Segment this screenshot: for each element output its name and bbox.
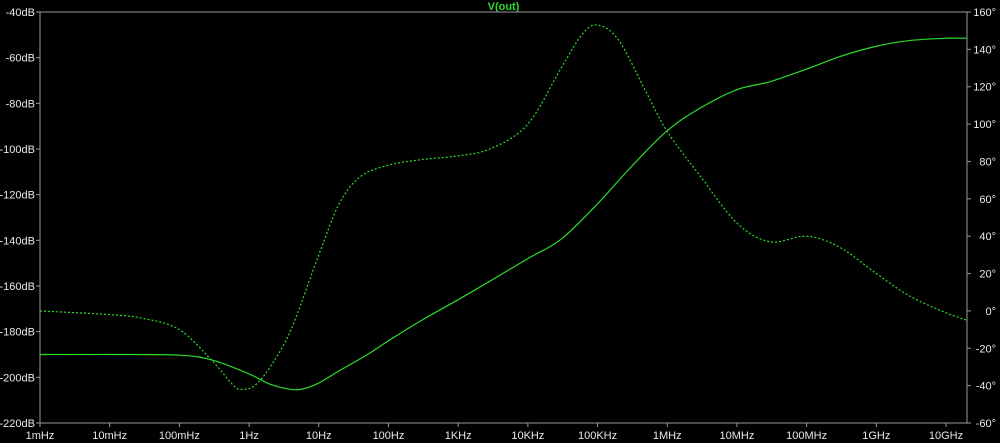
x-tick-label: 1KHz [445, 430, 472, 442]
x-tick-label: 100KHz [578, 430, 617, 442]
y-left-tick-label: -200dB [0, 372, 35, 384]
y-right-tick-label: -20° [976, 343, 996, 355]
y-right-tick-label: 160° [973, 7, 996, 19]
y-right-tick-label: 20° [979, 269, 996, 281]
x-tick-label: 10GHz [929, 430, 963, 442]
y-left-tick-label: -120dB [0, 190, 35, 202]
y-right-tick-label: -60° [976, 418, 996, 430]
x-tick-label: 100Hz [373, 430, 405, 442]
x-tick-label: 100mHz [159, 430, 200, 442]
y-left-tick-label: -180dB [0, 327, 35, 339]
x-tick-label: 1Hz [239, 430, 259, 442]
y-left-tick-label: -160dB [0, 281, 35, 293]
x-tick-label: 10MHz [720, 430, 755, 442]
y-right-tick-label: 100° [973, 119, 996, 131]
plot-background [0, 0, 1000, 443]
y-left-tick-label: -60dB [6, 53, 35, 65]
y-left-tick-label: -40dB [6, 7, 35, 19]
x-tick-label: 1GHz [862, 430, 890, 442]
y-left-tick-label: -80dB [6, 98, 35, 110]
y-left-tick-label: -100dB [0, 144, 35, 156]
y-left-tick-label: -220dB [0, 418, 35, 430]
y-right-tick-label: 60° [979, 194, 996, 206]
x-tick-label: 10KHz [511, 430, 544, 442]
y-left-tick-label: -140dB [0, 235, 35, 247]
x-tick-label: 1mHz [26, 430, 55, 442]
y-right-tick-label: 140° [973, 44, 996, 56]
y-right-tick-label: 0° [985, 306, 996, 318]
x-tick-label: 10mHz [92, 430, 127, 442]
y-right-tick-label: 80° [979, 156, 996, 168]
y-right-tick-label: 120° [973, 82, 996, 94]
x-tick-label: 100MHz [786, 430, 827, 442]
y-right-tick-label: 40° [979, 231, 996, 243]
y-right-tick-label: -40° [976, 381, 996, 393]
x-tick-label: 1MHz [653, 430, 682, 442]
chart-title: V(out) [488, 1, 520, 13]
bode-plot: V(out) 1mHz 10mHz 100mHz 1Hz 10Hz 100Hz 1KHz 10… [0, 0, 1000, 443]
x-tick-label: 10Hz [306, 430, 332, 442]
